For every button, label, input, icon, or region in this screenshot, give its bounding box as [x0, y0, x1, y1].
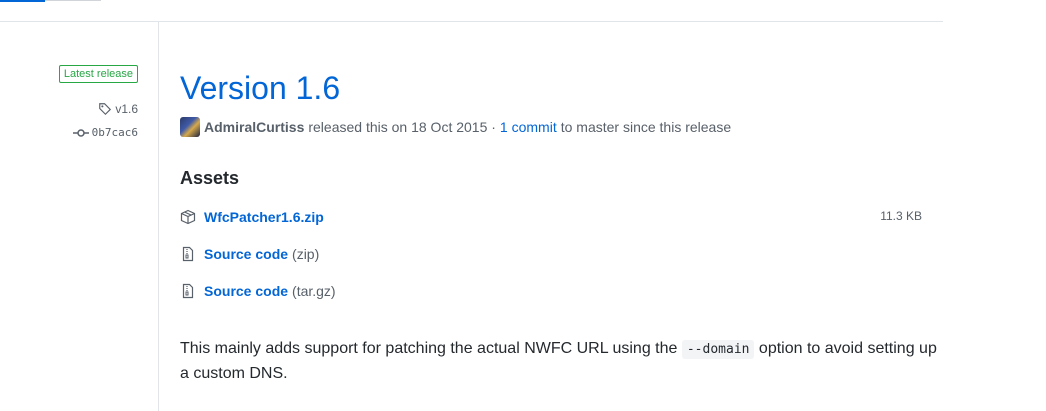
tab-underline	[45, 0, 101, 1]
release-title[interactable]: Version 1.6	[180, 68, 340, 108]
package-icon	[180, 209, 204, 225]
release-commit[interactable]: 0b7cac6	[72, 126, 138, 139]
sidebar-divider	[158, 22, 159, 411]
header-divider	[0, 21, 943, 22]
released-text: released this on 18 Oct 2015 ·	[308, 119, 496, 135]
file-zip-icon	[180, 246, 204, 262]
commit-sha: 0b7cac6	[91, 126, 138, 139]
domain-option-code: --domain	[681, 340, 755, 359]
commits-suffix: to master since this release	[560, 119, 732, 135]
tag-label: v1.6	[115, 102, 138, 116]
latest-release-badge: Latest release	[58, 65, 138, 83]
release-byline: AdmiralCurtiss released this on 18 Oct 2…	[180, 117, 731, 137]
author-link[interactable]: AdmiralCurtiss	[204, 119, 304, 135]
avatar[interactable]	[180, 117, 200, 137]
asset-format: (zip)	[292, 246, 320, 262]
release-tag[interactable]: v1.6	[98, 102, 138, 116]
tab-active-indicator	[0, 0, 45, 2]
asset-format: (tar.gz)	[292, 283, 336, 299]
asset-item[interactable]: Source code (zip)	[180, 246, 319, 262]
asset-item[interactable]: Source code (tar.gz)	[180, 283, 336, 299]
commits-link[interactable]: 1 commit	[500, 119, 557, 135]
asset-size: 11.3 KB	[880, 209, 922, 223]
assets-heading: Assets	[180, 168, 240, 188]
release-notes: This mainly adds support for patching th…	[180, 337, 940, 386]
asset-name[interactable]: WfcPatcher1.6.zip	[204, 209, 324, 225]
asset-item[interactable]: WfcPatcher1.6.zip	[180, 209, 324, 225]
git-commit-icon	[72, 127, 89, 139]
asset-name[interactable]: Source code	[204, 246, 288, 262]
file-zip-icon	[180, 283, 204, 299]
asset-name[interactable]: Source code	[204, 283, 288, 299]
tag-icon	[98, 102, 112, 116]
notes-before: This mainly adds support for patching th…	[180, 340, 682, 357]
